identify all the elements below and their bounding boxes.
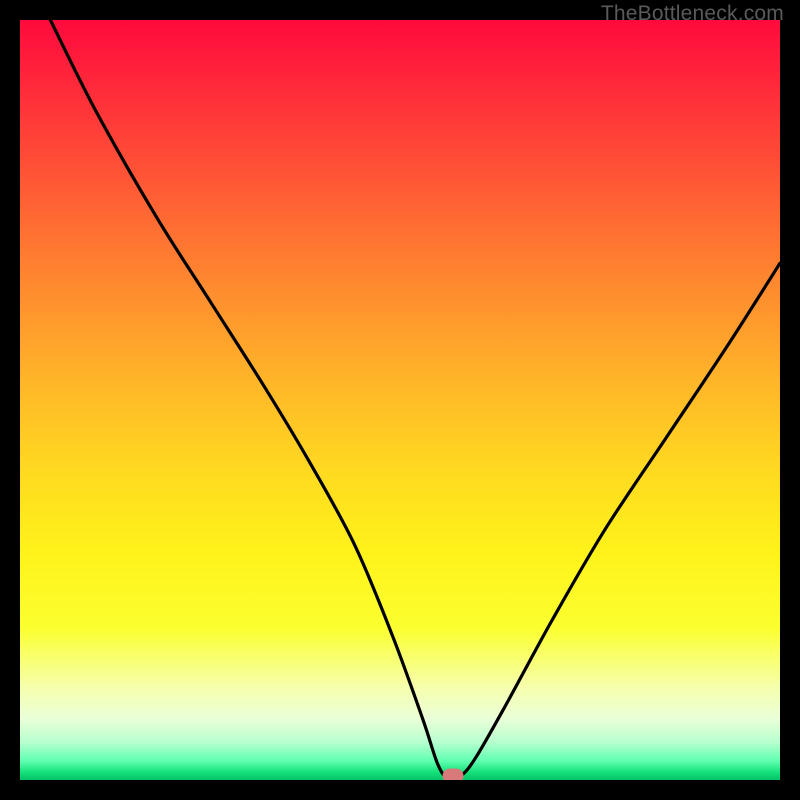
curve-svg (20, 20, 780, 780)
chart-frame: TheBottleneck.com (0, 0, 800, 800)
plot-area (20, 20, 780, 780)
optimal-point-marker (443, 769, 464, 780)
bottleneck-curve (50, 20, 780, 780)
attribution-text: TheBottleneck.com (601, 2, 784, 26)
